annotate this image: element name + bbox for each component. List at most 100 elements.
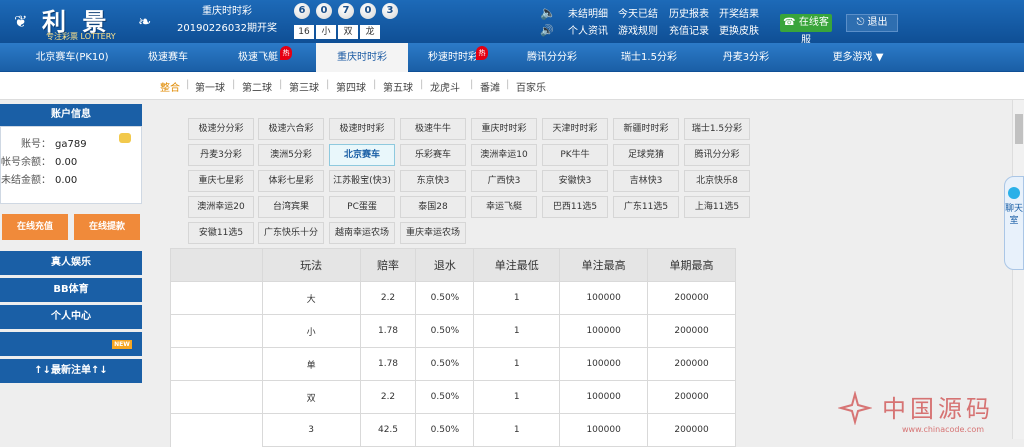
link-history-report[interactable]: 历史报表 (669, 5, 709, 20)
link-change-skin[interactable]: 更换皮肤 (719, 22, 759, 37)
link-recharge-records[interactable]: 充值记录 (669, 22, 709, 37)
game-button[interactable]: 广西快3 (471, 170, 537, 192)
table-row: 双 2.2 0.50% 1 100000 200000 (170, 380, 736, 414)
game-button[interactable]: 体彩七星彩 (258, 170, 324, 192)
nav-bj-pk10[interactable]: 北京赛车(PK10) (22, 43, 122, 72)
game-button[interactable]: 重庆幸运农场 (400, 222, 466, 244)
play-cell[interactable]: 小 (261, 314, 361, 348)
game-button[interactable]: 广东11选5 (613, 196, 679, 218)
game-button[interactable]: 极速时时彩 (329, 118, 395, 140)
game-button[interactable]: PK牛牛 (542, 144, 608, 166)
game-button[interactable]: 澳洲5分彩 (258, 144, 324, 166)
game-button[interactable]: 天津时时彩 (542, 118, 608, 140)
game-button[interactable]: 丹麦3分彩 (188, 144, 254, 166)
swirl-left-icon: ❦ (14, 12, 28, 31)
game-button[interactable]: 安徽快3 (542, 170, 608, 192)
draw-info: 重庆时时彩 20190226032期开奖 (172, 4, 282, 37)
side-new-item[interactable]: NEW (0, 332, 142, 356)
game-button[interactable]: 澳洲幸运20 (188, 196, 254, 218)
play-cell[interactable]: 单 (261, 347, 361, 381)
table-cell: 0.50% (415, 347, 475, 381)
speaker-icon[interactable]: 🔈 (540, 6, 556, 21)
subnav-ball-2[interactable]: 第二球 (242, 79, 272, 94)
game-button[interactable]: 瑞士1.5分彩 (684, 118, 750, 140)
side-personal-center[interactable]: 个人中心 (0, 305, 142, 329)
nav-cq-ssc[interactable]: 重庆时时彩 (316, 43, 408, 72)
logout-button[interactable]: ⎋ 退出 (846, 14, 898, 32)
play-cell[interactable]: 大 (261, 281, 361, 315)
speaker-settings-icon[interactable]: 🔊 (540, 24, 554, 37)
nav-swiss-15[interactable]: 瑞士1.5分彩 (604, 43, 694, 72)
game-button[interactable]: 江苏骰宝(快3) (329, 170, 395, 192)
link-today-settled[interactable]: 今天已结 (618, 5, 658, 20)
game-button[interactable]: 上海11选5 (684, 196, 750, 218)
table-cell: 1 (473, 314, 561, 348)
divider: | (232, 79, 236, 90)
game-button[interactable]: 广东快乐十分 (258, 222, 324, 244)
online-service-button[interactable]: ☎ 在线客服 (780, 14, 832, 46)
game-button[interactable]: 极速牛牛 (400, 118, 466, 140)
result-ball: 7 (338, 3, 354, 19)
subnav-longhu[interactable]: 龙虎斗 (430, 79, 460, 94)
nav-denmark-3[interactable]: 丹麦3分彩 (700, 43, 792, 72)
subnav-fantan[interactable]: 番滩 (480, 79, 500, 94)
subnav-ball-1[interactable]: 第一球 (195, 79, 225, 94)
subnav-baccarat[interactable]: 百家乐 (516, 79, 546, 94)
play-cell[interactable]: 双 (261, 380, 361, 414)
game-button[interactable]: 重庆时时彩 (471, 118, 537, 140)
link-unsettled[interactable]: 未结明细 (568, 5, 608, 20)
game-button[interactable]: 重庆七星彩 (188, 170, 254, 192)
table-row: 3 42.5 0.50% 1 100000 200000 (170, 413, 736, 447)
chat-room-tab[interactable]: 聊天室 (1004, 176, 1024, 270)
game-button[interactable]: 极速分分彩 (188, 118, 254, 140)
game-button[interactable]: 北京赛车 (329, 144, 395, 166)
account-row-balance: 帐号余额： 0.00 (1, 153, 77, 168)
side-bb-sports[interactable]: BB体育 (0, 278, 142, 302)
col-max-bet: 单注最高 (559, 248, 649, 282)
link-personal-info[interactable]: 个人资讯 (568, 22, 608, 37)
side-live-casino[interactable]: 真人娱乐 (0, 251, 142, 275)
game-button[interactable]: 泰国28 (400, 196, 466, 218)
game-button[interactable]: 东京快3 (400, 170, 466, 192)
online-withdraw-button[interactable]: 在线提款 (74, 214, 140, 240)
nav-tencent-ffc[interactable]: 腾讯分分彩 (508, 43, 596, 72)
play-cell[interactable]: 3 (261, 413, 361, 447)
subnav-ball-4[interactable]: 第四球 (336, 79, 366, 94)
online-recharge-button[interactable]: 在线充值 (2, 214, 68, 240)
site-logo[interactable]: ❦ 利 景 ❧ 专注彩票 LOTTERY (8, 2, 160, 42)
game-button[interactable]: 巴西11选5 (542, 196, 608, 218)
game-button[interactable]: 幸运飞艇 (471, 196, 537, 218)
chat-bubble-icon: ☎ (783, 17, 796, 28)
scroll-thumb[interactable] (1015, 114, 1023, 144)
game-button[interactable]: 乐彩赛车 (400, 144, 466, 166)
main-content: 极速分分彩 极速六合彩 极速时时彩 极速牛牛 重庆时时彩 天津时时彩 新疆时时彩 瑞士1.5分… (170, 112, 760, 447)
divider: | (279, 79, 283, 90)
game-button[interactable]: 台湾宾果 (258, 196, 324, 218)
sidebar: 账户信息 账号： ga789 帐号余额： 0.00 未结金额： 0.00 在线充值 在… (0, 104, 142, 383)
table-cell: 1.78 (359, 314, 417, 348)
nav-more-games[interactable]: 更多游戏 ▼ (812, 43, 904, 72)
game-button[interactable]: 新疆时时彩 (613, 118, 679, 140)
side-latest-bets[interactable]: ↑↓最新注单↑↓ (0, 359, 142, 383)
game-button[interactable]: 安徽11选5 (188, 222, 254, 244)
subnav-ball-5[interactable]: 第五球 (383, 79, 413, 94)
game-button[interactable]: 越南幸运农场 (329, 222, 395, 244)
game-button[interactable]: 腾讯分分彩 (684, 144, 750, 166)
game-button[interactable]: 足球竞猜 (613, 144, 679, 166)
watermark-title: 中国源码 (882, 395, 994, 423)
game-button[interactable]: 澳洲幸运10 (471, 144, 537, 166)
link-game-rules[interactable]: 游戏规则 (618, 22, 658, 37)
divider: | (186, 79, 190, 90)
subnav-ball-3[interactable]: 第三球 (289, 79, 319, 94)
nav-jisu-saiche[interactable]: 极速赛车 (124, 43, 212, 72)
game-button[interactable]: 北京快乐8 (684, 170, 750, 192)
game-button[interactable]: PC蛋蛋 (329, 196, 395, 218)
subnav-all[interactable]: 整合 (160, 79, 180, 94)
refresh-icon[interactable] (119, 133, 131, 143)
table-cell: 1 (473, 380, 561, 414)
link-draw-results[interactable]: 开奖结果 (719, 5, 759, 20)
table-cell: 1 (473, 281, 561, 315)
game-button[interactable]: 极速六合彩 (258, 118, 324, 140)
divider: | (326, 79, 330, 90)
game-button[interactable]: 吉林快3 (613, 170, 679, 192)
